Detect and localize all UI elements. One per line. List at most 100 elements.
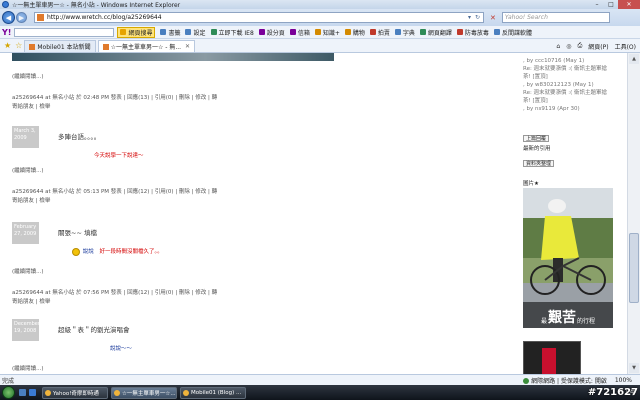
read-more-link[interactable]: (繼續閱讀...)	[12, 365, 44, 374]
scroll-down-arrow-icon[interactable]: ▼	[629, 363, 639, 373]
toolbar-button-icon	[314, 29, 321, 35]
yahoo-toolbar: Y! 網頁搜尋 書籤 設定 立即下載 IE8 設分頁 信箱 知識+ 購物 拍賣 字典 網頁翻譯 防毒放…	[0, 26, 640, 39]
toolbar-button[interactable]: 拍賣	[369, 28, 390, 37]
read-more-link[interactable]: (繼續閱讀...)	[12, 268, 44, 277]
post-meta: a25269644 at 無名小站 於 07:56 PM 發表 | 回應(12)…	[12, 290, 218, 296]
toolbar-button[interactable]: 信箱	[289, 28, 310, 37]
feeds-icon[interactable]: ◎	[566, 43, 571, 50]
yahoo-logo[interactable]: Y!	[2, 28, 11, 37]
page-menu[interactable]: 網頁(P)	[588, 42, 608, 51]
post-title[interactable]: 關張~~ 填檔	[58, 227, 97, 237]
task-app-icon	[114, 389, 120, 396]
sidebar-comment-line[interactable]: Re: 週末就要漲價 :( 衛訊主題軍搶	[523, 89, 607, 97]
folder-manage-button[interactable]: 資料夾整理	[523, 160, 555, 167]
toolbar-button[interactable]: 設定	[185, 28, 206, 37]
search-input[interactable]: Yahoo! Search	[501, 12, 610, 23]
scroll-thumb[interactable]	[629, 233, 639, 303]
post-meta-links[interactable]: 寄給朋友 | 檢舉	[12, 298, 50, 307]
toolbar-button-icon	[210, 29, 217, 35]
post-body: 今天說學一下說達～	[94, 153, 144, 159]
sidebar-photo-2[interactable]	[523, 341, 581, 374]
maximize-button[interactable]: □	[604, 0, 618, 9]
taskbar-task[interactable]: ☆一無主單車男一☆...	[111, 386, 177, 399]
post-meta-links[interactable]: 寄給朋友 | 檢舉	[12, 103, 50, 112]
post-body: 說說 好一段時間沒關檔久了。。	[72, 247, 163, 256]
album-title: 圖片★	[523, 181, 539, 187]
stop-icon[interactable]: ✕	[490, 14, 496, 22]
post-body-prefix: 說說	[82, 249, 94, 255]
toolbar-button[interactable]: 防毒放毒	[456, 28, 489, 37]
vertical-scrollbar[interactable]: ▲ ▼	[627, 53, 640, 374]
tab-close-icon[interactable]: ✕	[185, 43, 190, 50]
read-more-link[interactable]: (繼續閱讀...)	[12, 167, 44, 176]
toolbar-button-icon	[258, 29, 265, 35]
toolbar-button-icon	[185, 29, 192, 35]
toolbar-search-input[interactable]	[14, 27, 115, 37]
dropdown-arrow-icon[interactable]: ▾	[468, 14, 471, 21]
sidebar-comment-line[interactable]: , by ns9119 (Apr 30)	[523, 105, 580, 113]
toolbar-button-icon	[456, 29, 463, 35]
watermark: #721627	[587, 387, 638, 398]
toolbar-button-icon	[160, 29, 167, 35]
add-favorites-icon[interactable]: ☆	[15, 41, 22, 50]
toolbar-button-icon	[344, 29, 351, 35]
tools-menu[interactable]: 工具(O)	[615, 42, 636, 51]
sidebar-comment-line[interactable]: 茶! [置頂]	[523, 97, 548, 105]
taskbar-task[interactable]: Yahoo!奇摩即時通	[42, 386, 108, 399]
refresh-icon[interactable]: ↻	[475, 14, 480, 21]
start-button[interactable]	[2, 386, 15, 399]
sidebar-comment-line[interactable]: 茶! [置頂]	[523, 73, 548, 81]
toolbar-button-icon	[419, 29, 426, 35]
taskbar-task[interactable]: Mobile01 (Blog) ...	[180, 386, 246, 399]
zone-info: 網際網路 | 受保護模式: 開啟	[523, 376, 607, 385]
ie-logo-icon	[2, 1, 9, 8]
read-more-link[interactable]: (繼續閱讀...)	[12, 73, 44, 82]
scroll-up-arrow-icon[interactable]: ▲	[629, 54, 639, 64]
toolbar-button-icon	[394, 29, 401, 35]
zoom-level[interactable]: 100%	[615, 377, 632, 384]
post-title[interactable]: 多陣台語。。。。	[58, 131, 100, 141]
task-app-icon	[183, 389, 189, 396]
post-meta-links[interactable]: 寄給朋友 | 檢舉	[12, 197, 50, 206]
task-app-icon	[45, 389, 51, 396]
sidebar-comment-line[interactable]: , by ccc10716 (May 1)	[523, 57, 584, 65]
search-placeholder: Yahoo! Search	[504, 14, 548, 21]
toolbar-button[interactable]: 字典	[394, 28, 415, 37]
photo-caption: 最 艱苦 的行程	[523, 302, 613, 328]
favorites-star-icon[interactable]: ★	[4, 41, 11, 50]
quick-launch-icon[interactable]	[19, 389, 26, 396]
home-icon[interactable]: ⌂	[556, 43, 560, 50]
toolbar-button[interactable]: 反間諜軟體	[493, 28, 532, 37]
window-title: ☆一無主單車男一☆ - 無名小站 - Windows Internet Expl…	[12, 2, 181, 9]
toolbar-button-icon	[369, 29, 376, 35]
toolbar-button[interactable]: 設分頁	[258, 28, 285, 37]
tab-row: ★ ☆ Mobile01 本站新聞 ☆一無主單車男一☆ - 無... ✕ ⌂ ◎ ⎙…	[0, 39, 640, 53]
url-text: http://www.wretch.cc/blog/a25269644	[47, 14, 162, 21]
forward-button[interactable]: ▶	[16, 12, 27, 23]
post-date: February 27, 2009	[12, 222, 39, 244]
toolbar-button[interactable]: 知識+	[314, 28, 340, 37]
toolbar-button[interactable]: 立即下載 IE8	[210, 28, 254, 37]
close-button[interactable]: ✕	[618, 0, 640, 9]
browser-tab[interactable]: ☆一無主單車男一☆ - 無... ✕	[97, 40, 196, 52]
back-button[interactable]: ◀	[2, 11, 15, 24]
url-field[interactable]: http://www.wretch.cc/blog/a25269644 ▾ ↻	[34, 12, 484, 23]
page-content: (繼續閱讀...) a25269644 at 無名小站 於 02:48 PM 發…	[0, 53, 640, 374]
toolbar-button[interactable]: 網頁搜尋	[117, 26, 156, 38]
toolbar-button[interactable]: 購物	[344, 28, 365, 37]
cyclist-photo[interactable]: 最 艱苦 的行程	[523, 188, 613, 328]
post-body-text: 好一段時間沒關檔久了。。	[99, 249, 163, 255]
sidebar-button[interactable]: 上篇回覆	[523, 135, 550, 142]
toolbar-button[interactable]: 書籤	[160, 28, 180, 37]
taskbar: Yahoo!奇摩即時通 ☆一無主單車男一☆... Mobile01 (Blog) .…	[0, 385, 640, 400]
print-icon[interactable]: ⎙	[577, 42, 582, 50]
post-title[interactable]: 超級＂表＂的劉光演唱會	[58, 324, 130, 334]
sidebar-comment-line[interactable]: Re: 週末就要漲價 :( 衛訊主題軍搶	[523, 65, 607, 73]
sidebar-comment-line[interactable]: , by w830212123 (May 1)	[523, 81, 594, 89]
toolbar-button[interactable]: 網頁翻譯	[419, 28, 452, 37]
quick-launch-ie-icon[interactable]	[29, 389, 36, 396]
minimize-button[interactable]: –	[590, 0, 604, 9]
blog-sidebar: , by ccc10716 (May 1) Re: 週末就要漲價 :( 衛訊主題軍…	[521, 53, 627, 374]
status-text: 完成	[2, 377, 15, 385]
browser-tab[interactable]: Mobile01 本站新聞	[24, 40, 96, 52]
